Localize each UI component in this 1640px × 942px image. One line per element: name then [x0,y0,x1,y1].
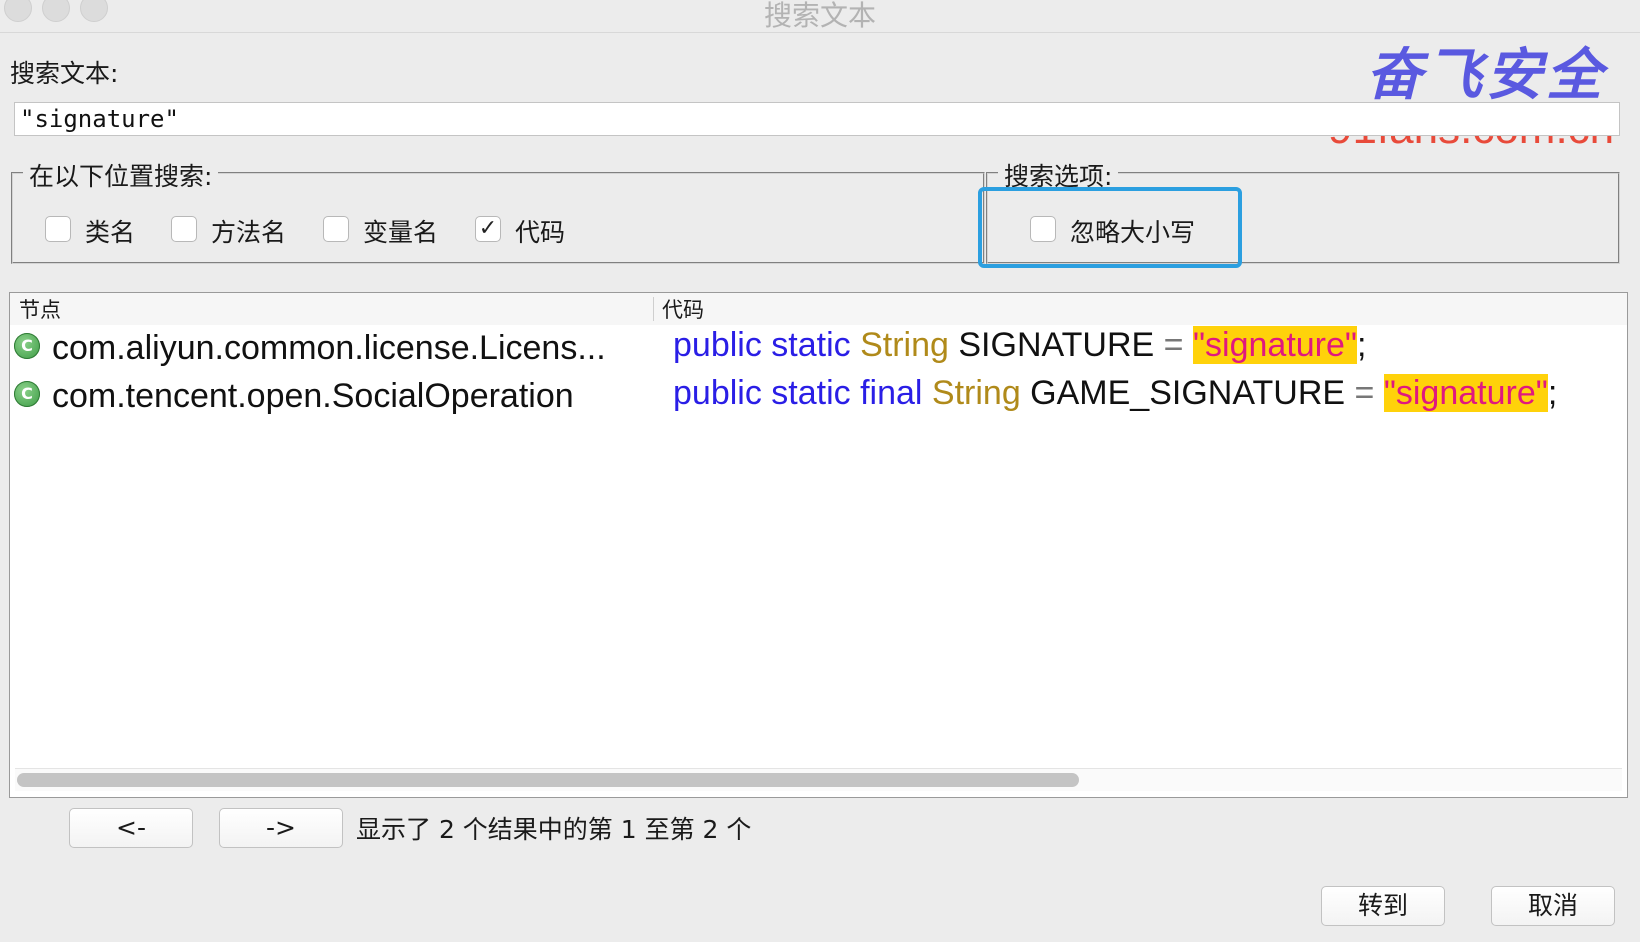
column-header-code[interactable]: 代码 [662,293,704,325]
table-row[interactable]: C com.aliyun.common.license.Licens... pu… [10,325,1628,375]
horizontal-scrollbar[interactable] [15,768,1622,791]
method-name-checkbox[interactable] [171,216,197,242]
table-row[interactable]: C com.tencent.open.SocialOperation publi… [10,373,1628,423]
goto-button[interactable]: 转到 [1321,886,1445,926]
search-text-label: 搜索文本: [10,54,118,90]
results-table[interactable]: 节点 代码 C com.aliyun.common.license.Licens… [9,292,1628,798]
code-token [1184,326,1193,364]
annotation-highlight-box [978,187,1242,268]
column-header-node[interactable]: 节点 [19,293,61,325]
code-match-highlight: "signature" [1193,326,1357,364]
class-icon: C [14,381,40,407]
code-snippet: public static String SIGNATURE = "signat… [673,326,1366,365]
class-name-checkbox[interactable] [45,216,71,242]
code-label: 代码 [515,213,565,249]
results-status-text: 显示了 2 个结果中的第 1 至第 2 个 [356,810,751,846]
code-token: GAME_SIGNATURE [1021,374,1355,412]
cancel-button[interactable]: 取消 [1491,886,1615,926]
node-name: com.tencent.open.SocialOperation [52,377,574,416]
code-token: String [860,326,949,364]
code-token: = [1164,326,1184,364]
search-in-group: 在以下位置搜索: 类名 方法名 变量名 ✓ 代码 [11,172,985,264]
next-page-button[interactable]: -> [219,808,343,848]
checkmark-icon: ✓ [479,216,497,241]
search-input[interactable] [14,102,1620,136]
code-checkbox[interactable]: ✓ [475,216,501,242]
node-name: com.aliyun.common.license.Licens... [52,329,606,368]
column-divider [653,297,654,321]
code-token: public static final [673,374,932,412]
code-token: = [1355,374,1375,412]
variable-name-label: 变量名 [363,213,438,249]
watermark-logo-text: 奋飞安全 [1366,30,1606,111]
variable-name-checkbox[interactable] [323,216,349,242]
class-name-label: 类名 [85,213,135,249]
code-token [1374,374,1383,412]
code-token: public static [673,326,860,364]
code-match-highlight: "signature" [1384,374,1548,412]
class-icon: C [14,333,40,359]
code-token: SIGNATURE [949,326,1164,364]
window-title: 搜索文本 [0,0,1640,34]
scrollbar-thumb[interactable] [17,773,1079,787]
code-snippet: public static final String GAME_SIGNATUR… [673,374,1557,413]
code-token: String [932,374,1021,412]
prev-page-button[interactable]: <- [69,808,193,848]
code-token: ; [1548,374,1557,412]
title-bar: 搜索文本 [0,0,1640,33]
search-in-legend: 在以下位置搜索: [23,157,218,193]
method-name-label: 方法名 [211,213,286,249]
table-header [10,293,1628,325]
code-token: ; [1357,326,1366,364]
